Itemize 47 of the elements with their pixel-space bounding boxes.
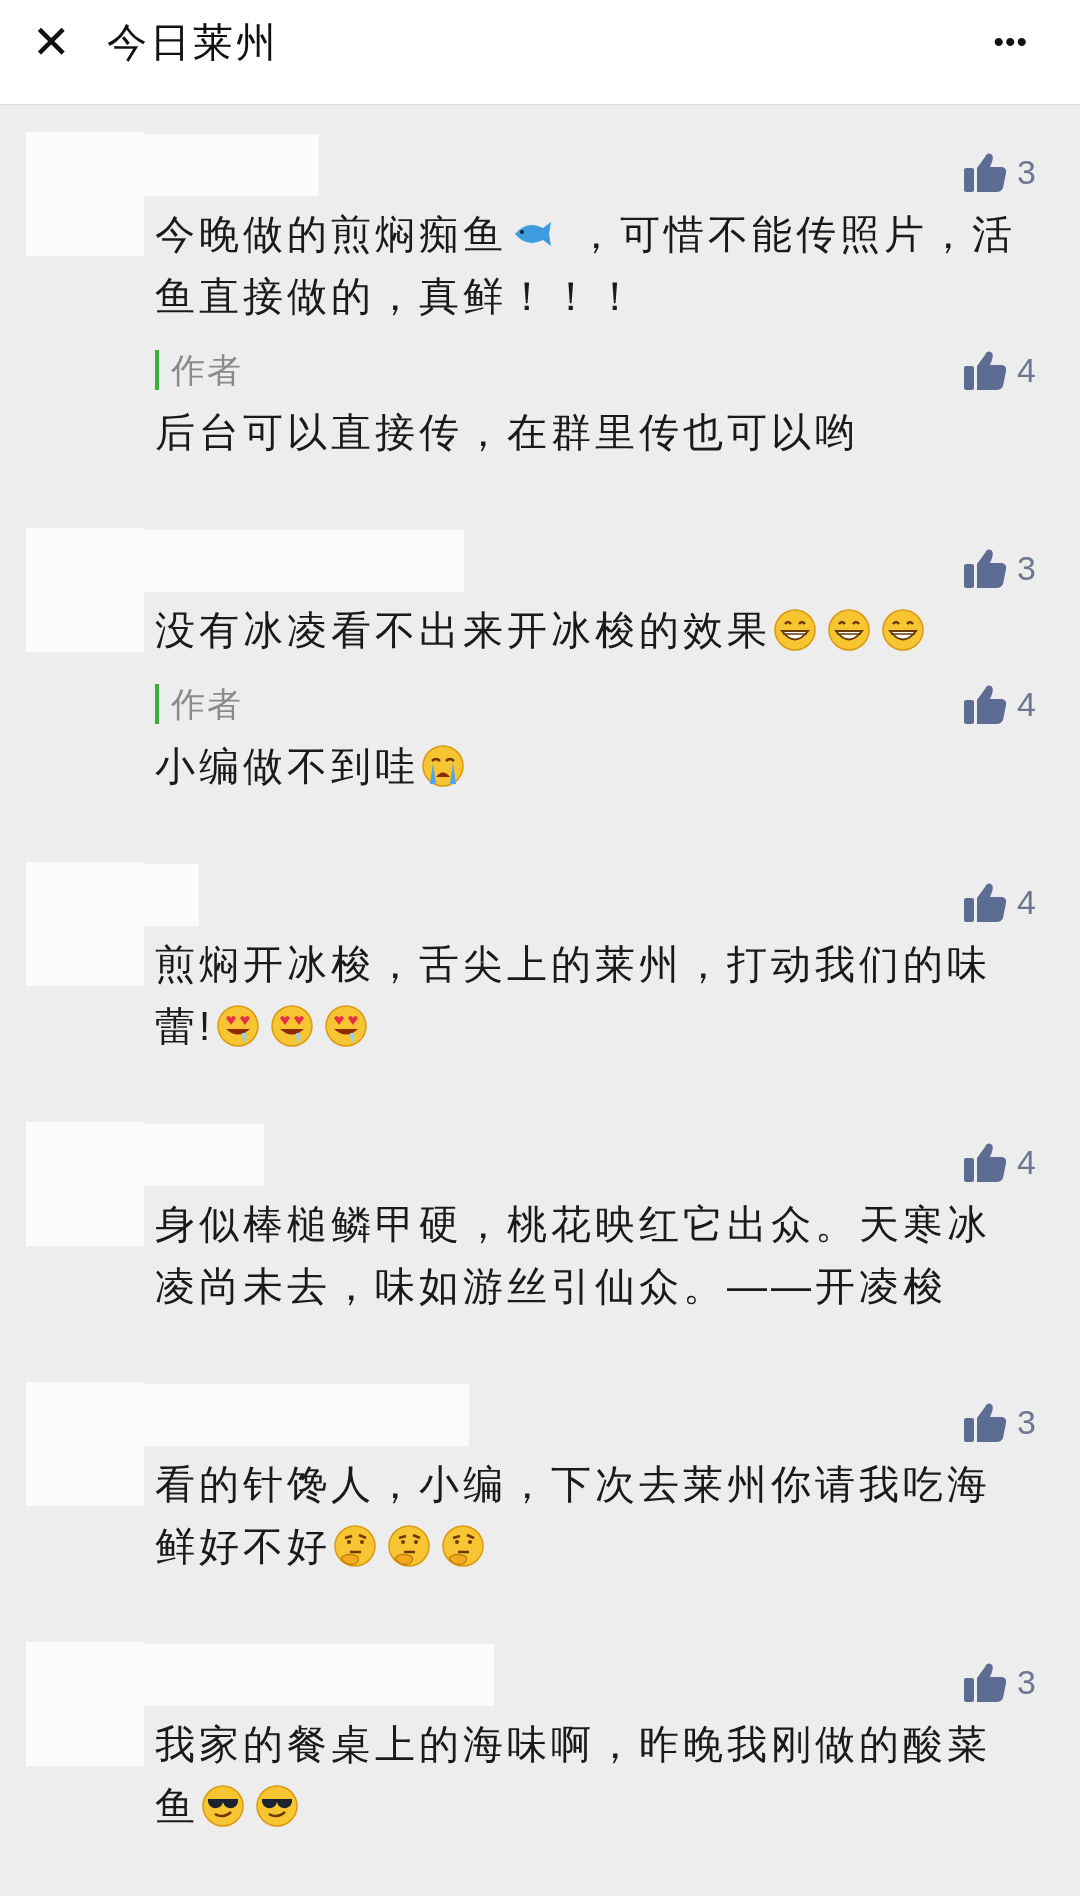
like-count: 4 [1017,350,1036,390]
like-count: 3 [1017,152,1036,192]
crying-emoji-icon [421,744,465,788]
comment-text: 鱼直接做的，真鲜！！！ [155,273,639,320]
grinning-emoji-icon [773,608,817,652]
page-title: 今日莱州 [106,19,279,66]
comment-text: 小编做不到哇 [155,743,419,790]
thinking-emoji-icon [441,1524,485,1568]
comment-text: ，可惜不能传照片，活 [575,211,1017,258]
comment-text: 我家的餐桌上的海味啊，昨晚我刚做的酸菜 [155,1721,991,1768]
thumbs-up-icon[interactable] [963,1141,1008,1183]
author-label: 作者 [155,684,243,724]
thumbs-up-icon[interactable] [963,1661,1008,1703]
like-count: 4 [1017,882,1036,922]
sunglasses-emoji-icon [201,1784,245,1828]
thumbs-up-icon[interactable] [963,881,1008,923]
thumbs-up-icon[interactable] [963,547,1008,589]
comment-text: 鲜好不好 [155,1523,331,1570]
comment-text: 凌尚未去，味如游丝引仙众。——开凌梭 [155,1263,947,1310]
thumbs-up-icon[interactable] [963,151,1008,193]
heart-eyes-emoji-icon [216,1004,261,1048]
author-label: 作者 [155,350,243,390]
comment-text: 看的针馋人，小编，下次去莱州你请我吃海 [155,1461,991,1508]
sunglasses-emoji-icon [255,1784,299,1828]
grinning-emoji-icon [881,608,925,652]
like-count: 3 [1017,1402,1036,1442]
comment-text: 身似棒槌鳞甲硬，桃花映红它出众。天寒冰 [155,1201,991,1248]
comment-text: 蕾! [155,1003,215,1050]
thinking-emoji-icon [387,1524,431,1568]
comment-text: 后台可以直接传，在群里传也可以哟 [155,409,859,456]
like-count: 3 [1017,1662,1036,1702]
like-count: 4 [1017,684,1036,724]
like-count: 3 [1017,548,1036,588]
comment-text: 没有冰凌看不出来开冰梭的效果 [155,607,771,654]
heart-eyes-emoji-icon [270,1004,315,1048]
thinking-emoji-icon [333,1524,377,1568]
heart-eyes-emoji-icon [324,1004,369,1048]
comment-text: 鱼 [155,1783,199,1830]
comment-text: 煎焖开冰梭，舌尖上的莱州，打动我们的味 [155,941,991,988]
like-count: 4 [1017,1142,1036,1182]
thumbs-up-icon[interactable] [963,1401,1008,1443]
thumbs-up-icon[interactable] [963,349,1008,391]
comment-text: 今晚做的煎焖痴鱼 [155,211,507,258]
grinning-emoji-icon [827,608,871,652]
close-button[interactable]: ✕ [32,14,71,70]
more-button[interactable]: ••• [993,14,1028,70]
thumbs-up-icon[interactable] [963,683,1008,725]
